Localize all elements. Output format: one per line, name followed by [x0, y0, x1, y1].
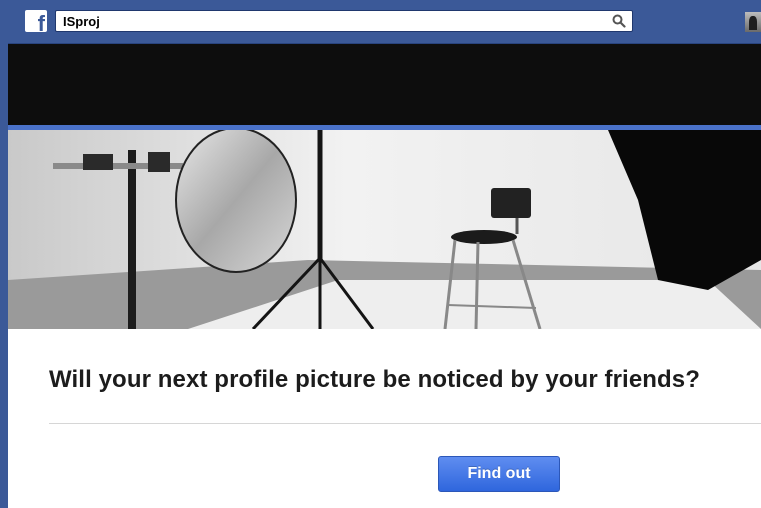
facebook-logo-icon[interactable]: f: [25, 10, 47, 32]
search-icon[interactable]: [612, 14, 626, 28]
section-divider: [49, 423, 761, 424]
search-bar[interactable]: ISproj: [55, 10, 633, 32]
photo-studio-image: [8, 130, 761, 329]
search-input[interactable]: ISproj: [63, 14, 100, 29]
cover-banner: [8, 44, 761, 125]
left-border: [0, 0, 8, 508]
find-out-button[interactable]: Find out: [438, 456, 560, 492]
top-navigation-bar: f ISproj: [8, 0, 761, 44]
page-headline: Will your next profile picture be notice…: [49, 366, 700, 393]
avatar[interactable]: [745, 12, 761, 32]
